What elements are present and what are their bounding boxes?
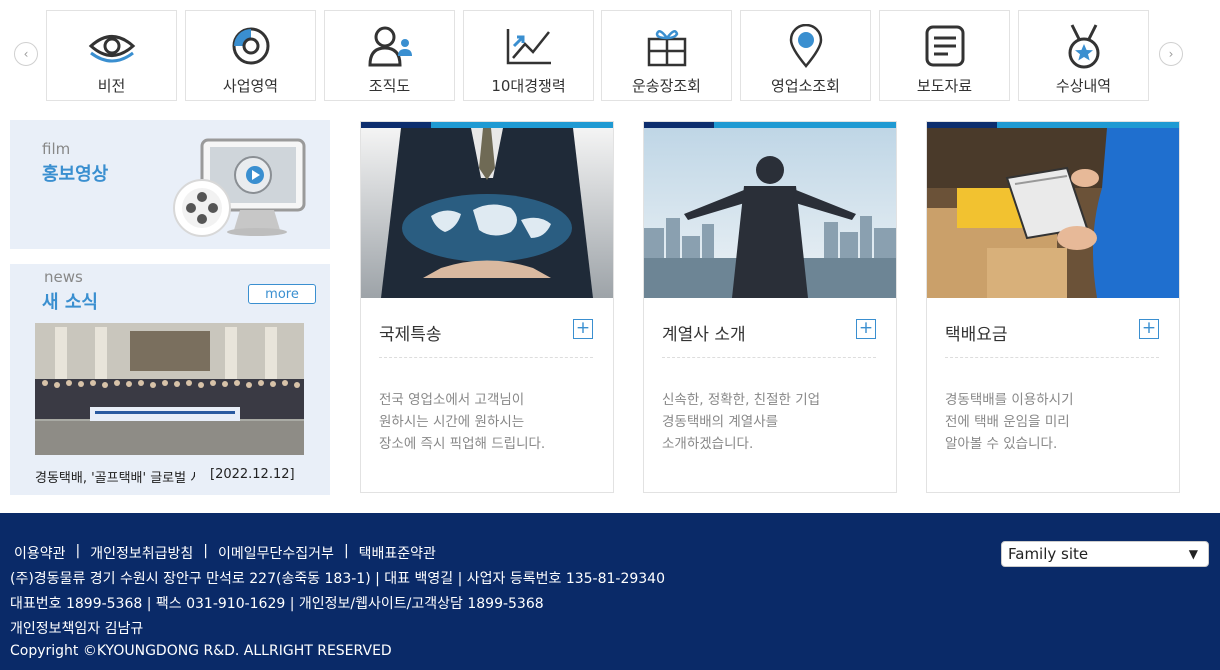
quick-item-vision[interactable]: 비전	[46, 10, 177, 101]
people-icon	[365, 23, 415, 69]
divider	[662, 357, 876, 358]
quick-item-press[interactable]: 보도자료	[879, 10, 1010, 101]
copyright: Copyright ©KYOUNGDONG R&D. ALLRIGHT RESE…	[10, 643, 392, 659]
separator: |	[75, 543, 81, 559]
prev-arrow-button[interactable]: ‹	[14, 42, 38, 66]
medal-icon	[1059, 23, 1109, 69]
card-title: 국제특송	[379, 325, 442, 345]
divider	[379, 357, 593, 358]
film-label: film	[42, 140, 71, 158]
divider	[945, 357, 1159, 358]
card-title: 택배요금	[945, 325, 1008, 345]
family-site-label: Family site	[1008, 545, 1089, 563]
footer-link-privacy[interactable]: 개인정보취급방침	[90, 543, 193, 563]
plus-icon[interactable]: +	[1139, 319, 1159, 339]
next-arrow-button[interactable]: ›	[1159, 42, 1183, 66]
quick-item-competitiveness[interactable]: 10대경쟁력	[463, 10, 594, 101]
quick-item-branch[interactable]: 영업소조회	[740, 10, 871, 101]
family-site-select[interactable]: Family site ▼	[1001, 541, 1209, 567]
chevron-left-icon: ‹	[23, 47, 29, 61]
news-title: 새 소식	[42, 292, 98, 313]
quick-item-business[interactable]: 사업영역	[185, 10, 316, 101]
gift-box-icon	[642, 23, 692, 69]
card-international-express[interactable]: 국제특송 + 전국 영업소에서 고객님이 원하시는 시간에 원하시는 장소에 즉…	[360, 121, 614, 493]
news-item-date: [2022.12.12]	[210, 467, 295, 482]
contact-info: 대표번호 1899-5368 | 팩스 031-910-1629 | 개인정보/…	[10, 596, 544, 612]
privacy-officer: 개인정보책임자 김남규	[10, 621, 144, 637]
chevron-right-icon: ›	[1168, 47, 1174, 61]
film-title: 홍보영상	[42, 164, 109, 185]
location-pin-icon	[781, 23, 831, 69]
quick-menu: ‹ 비전 사업영역 조직도 10대경쟁력 운송장조회 영업소조회 보도자료 수상…	[0, 0, 1220, 110]
footer-link-terms[interactable]: 이용약관	[14, 543, 66, 563]
separator: |	[343, 543, 349, 559]
more-button[interactable]: more	[248, 284, 316, 304]
news-label: news	[44, 268, 83, 286]
footer-link-email-refusal[interactable]: 이메일무단수집거부	[218, 543, 334, 563]
quick-item-org[interactable]: 조직도	[324, 10, 455, 101]
quick-item-label: 비전	[97, 77, 126, 95]
company-info: (주)경동물류 경기 수원시 장안구 만석로 227(송죽동 183-1) | …	[10, 571, 665, 587]
separator: |	[203, 543, 209, 559]
document-list-icon	[920, 23, 970, 69]
footer: 이용약관 | 개인정보취급방침 | 이메일무단수집거부 | 택배표준약관 (주)…	[0, 513, 1220, 670]
plus-icon[interactable]: +	[573, 319, 593, 339]
chevron-down-icon: ▼	[1188, 547, 1198, 561]
plus-icon[interactable]: +	[856, 319, 876, 339]
card-description: 경동택배를 이용하시기 전에 택배 운임을 미리 알아볼 수 있습니다.	[945, 392, 1074, 452]
quick-item-label: 운송장조회	[631, 77, 701, 95]
news-item-title[interactable]: 경동택배, '골프택배' 글로벌 서비스 협약	[35, 467, 195, 486]
card-delivery-fee[interactable]: 택배요금 + 경동택배를 이용하시기 전에 택배 운임을 미리 알아볼 수 있습…	[926, 121, 1180, 493]
card-image-city	[644, 128, 896, 298]
trend-chart-icon	[504, 23, 554, 69]
eye-icon	[87, 23, 137, 69]
card-image-courier	[927, 128, 1179, 298]
page: ‹ 비전 사업영역 조직도 10대경쟁력 운송장조회 영업소조회 보도자료 수상…	[0, 0, 1220, 670]
promo-video-box[interactable]: film 홍보영상	[10, 120, 330, 249]
quick-item-tracking[interactable]: 운송장조회	[601, 10, 732, 101]
pie-chart-icon	[226, 23, 276, 69]
quick-item-label: 10대경쟁력	[491, 77, 566, 95]
card-description: 신속한, 정확한, 친절한 기업 경동택배의 계열사를 소개하겠습니다.	[662, 392, 821, 452]
news-box: news 새 소식 more 경동택배, '골프택배' 글로벌 서비스	[10, 264, 330, 495]
video-monitor-illustration	[170, 134, 320, 244]
footer-link-delivery-terms[interactable]: 택배표준약관	[359, 543, 436, 563]
news-photo[interactable]	[35, 323, 304, 455]
card-image-globe	[361, 128, 613, 298]
quick-item-awards[interactable]: 수상내역	[1018, 10, 1149, 101]
footer-links: 이용약관 | 개인정보취급방침 | 이메일무단수집거부 | 택배표준약관	[14, 543, 436, 563]
quick-item-label: 조직도	[368, 77, 411, 95]
card-affiliates[interactable]: 계열사 소개 + 신속한, 정확한, 친절한 기업 경동택배의 계열사를 소개하…	[643, 121, 897, 493]
card-description: 전국 영업소에서 고객님이 원하시는 시간에 원하시는 장소에 즉시 픽업해 드…	[379, 392, 546, 452]
quick-item-label: 수상내역	[1055, 77, 1112, 95]
quick-item-label: 보도자료	[916, 77, 973, 95]
card-title: 계열사 소개	[662, 325, 746, 345]
quick-item-label: 영업소조회	[770, 77, 840, 95]
quick-item-label: 사업영역	[222, 77, 279, 95]
